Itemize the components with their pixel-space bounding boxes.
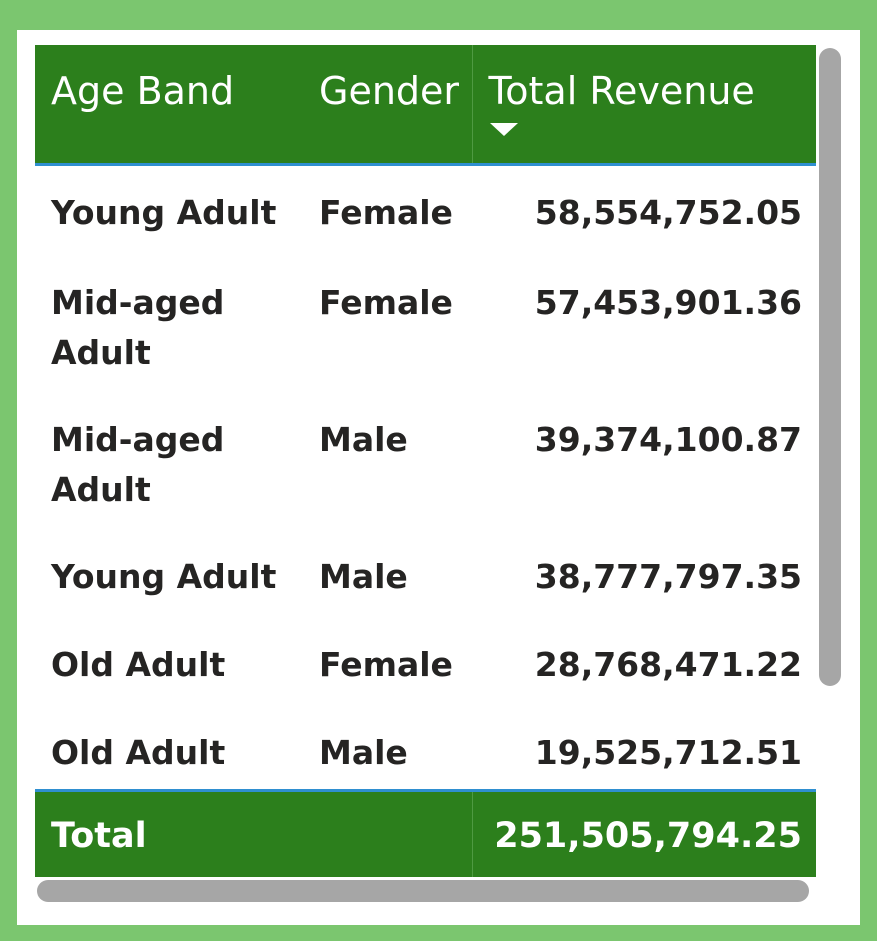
table-row: Old Adult Female 28,768,471.22 xyxy=(35,614,816,702)
cell-total-revenue: 28,768,471.22 xyxy=(534,645,802,684)
cell-total-revenue: 58,554,752.05 xyxy=(534,192,802,232)
revenue-table-grid: Age Band Gender Total Revenue Young Adul… xyxy=(35,45,816,877)
cell-gender: Male xyxy=(319,420,408,459)
sort-descending-icon[interactable] xyxy=(489,123,518,136)
cell-age-band: Young Adult xyxy=(51,557,277,596)
table-row: Young Adult Female 58,554,752.05 xyxy=(35,164,816,252)
total-value: 251,505,794.25 xyxy=(471,788,816,877)
table-row: Young Adult Male 38,777,797.35 xyxy=(35,526,816,614)
cell-age-band: Young Adult xyxy=(51,192,277,232)
cell-age-band: Mid-aged Adult xyxy=(51,283,225,372)
revenue-table: Age Band Gender Total Revenue Young Adul… xyxy=(35,45,816,877)
vertical-scrollbar[interactable] xyxy=(819,48,841,686)
cell-gender: Female xyxy=(319,283,453,322)
total-label: Total xyxy=(35,788,472,877)
cell-gender: Female xyxy=(319,645,453,684)
table-header-row: Age Band Gender Total Revenue xyxy=(35,45,816,166)
cell-age-band: Old Adult xyxy=(51,645,226,684)
cell-total-revenue: 38,777,797.35 xyxy=(534,557,802,596)
table-row: Mid-aged Adult Male 39,374,100.87 xyxy=(35,389,816,526)
horizontal-scrollbar[interactable] xyxy=(37,880,809,902)
cell-gender: Male xyxy=(319,733,408,772)
table-row: Old Adult Male 19,525,712.51 xyxy=(35,702,816,790)
cell-age-band: Old Adult xyxy=(51,733,226,772)
column-header-age-band[interactable]: Age Band xyxy=(35,45,303,166)
cell-gender: Male xyxy=(319,557,408,596)
column-header-gender[interactable]: Gender xyxy=(303,45,472,166)
cell-age-band: Mid-aged Adult xyxy=(51,420,225,509)
cell-total-revenue: 57,453,901.36 xyxy=(534,283,802,322)
cell-total-revenue: 39,374,100.87 xyxy=(534,420,802,459)
cell-total-revenue: 19,525,712.51 xyxy=(534,733,802,772)
cell-gender: Female xyxy=(319,192,453,232)
table-total-row: Total 251,505,794.25 xyxy=(35,788,816,877)
column-header-total-revenue[interactable]: Total Revenue xyxy=(471,45,816,166)
table-row: Mid-aged Adult Female 57,453,901.36 xyxy=(35,252,816,389)
